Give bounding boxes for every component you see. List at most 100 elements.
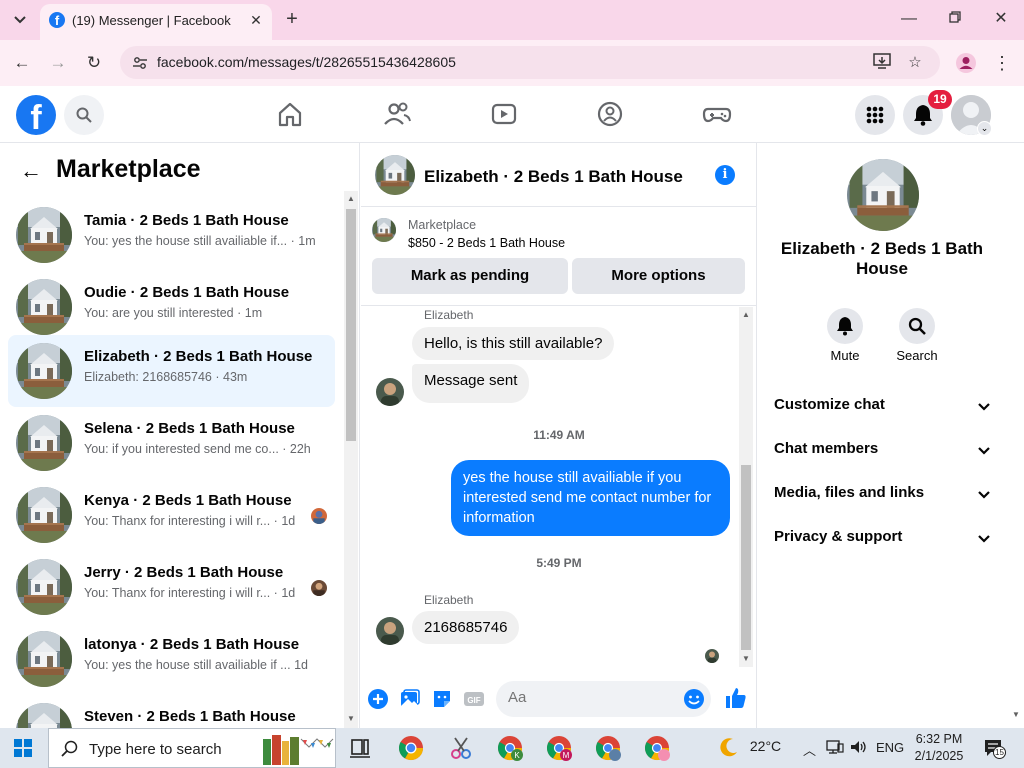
conversation-item[interactable]: Steven · 2 Beds 1 Bath House [8,695,335,728]
notification-center-button[interactable]: 15 [984,739,1006,759]
back-arrow-icon[interactable]: ← [20,159,44,183]
photo-icon[interactable] [399,688,421,710]
volume-icon[interactable] [850,739,868,755]
privacy-support-section[interactable]: Privacy & support [774,528,992,552]
conversation-item[interactable]: latonya · 2 Beds 1 Bath House You: yes t… [8,623,335,695]
search-conversation-button[interactable]: Search [887,308,947,363]
browser-tab[interactable]: f (19) Messenger | Facebook ✕ [40,4,272,40]
search-label: Search [896,348,938,363]
taskbar-search-box[interactable]: Type here to search [48,728,336,768]
page-scroll-down-icon[interactable]: ▼ [1010,710,1022,722]
back-icon[interactable]: ← [11,52,33,74]
conversation-item[interactable]: Selena · 2 Beds 1 Bath House You: if you… [8,407,335,479]
section-label: Customize chat [774,396,885,413]
chrome-profile-icon[interactable] [594,734,622,762]
customize-chat-section[interactable]: Customize chat [774,396,992,420]
sticker-icon[interactable] [431,688,453,710]
scroll-down-icon[interactable]: ▼ [741,654,751,664]
sender-avatar[interactable] [376,378,404,406]
svg-text:K: K [514,751,520,760]
conversation-details-panel: Elizabeth · 2 Beds 1 Bath House Mute Sea… [758,143,1024,728]
conversation-preview: You: if you interested send me co... · 2… [84,442,311,456]
show-hidden-icons-icon[interactable]: ︿ [803,740,816,759]
install-app-icon[interactable] [872,53,892,73]
scroll-up-icon[interactable]: ▲ [346,194,356,204]
reload-icon[interactable]: ↻ [83,52,105,74]
close-window-icon[interactable]: ✕ [989,8,1013,30]
windows-start-icon[interactable] [14,739,32,757]
plus-circle-icon[interactable] [367,688,389,710]
more-options-button[interactable]: More options [572,258,745,294]
sender-avatar[interactable] [376,617,404,645]
forward-icon[interactable]: → [47,52,69,74]
media-files-links-section[interactable]: Media, files and links [774,484,992,508]
mute-button[interactable]: Mute [815,308,875,363]
chrome-icon[interactable] [397,734,425,762]
incoming-message[interactable]: Message sent [412,364,530,403]
maximize-icon[interactable] [943,8,967,30]
chrome-profile-icon[interactable] [955,52,977,74]
language-indicator[interactable]: ENG [876,740,904,755]
info-icon[interactable]: i [715,165,735,185]
chrome-profile-k-icon[interactable]: K [496,734,524,762]
chat-panel: Elizabeth · 2 Beds 1 Bath House i Market… [361,143,757,728]
bookmark-star-icon[interactable]: ☆ [905,53,925,73]
conversation-item[interactable]: Tamia · 2 Beds 1 Bath House You: yes the… [8,199,335,271]
taskbar-clock[interactable]: 6:32 PM 2/1/2025 [912,731,966,765]
bell-icon [914,105,932,126]
mark-as-pending-button[interactable]: Mark as pending [372,258,568,294]
chrome-menu-icon[interactable]: ⋮ [992,52,1012,74]
tab-search-icon[interactable] [8,9,32,31]
task-view-icon[interactable] [346,734,374,762]
conversation-item-active[interactable]: Elizabeth · 2 Beds 1 Bath House Elizabet… [8,335,335,407]
thumbs-up-icon[interactable] [724,686,748,710]
chrome-profile-m-icon[interactable]: M [545,734,573,762]
groups-icon[interactable] [595,99,625,129]
minimize-icon[interactable]: — [897,8,921,30]
conversation-item[interactable]: Jerry · 2 Beds 1 Bath House You: Thanx f… [8,551,335,623]
conversation-item[interactable]: Oudie · 2 Beds 1 Bath House You: are you… [8,271,335,343]
chrome-profile-active-icon[interactable] [643,734,671,762]
emoji-icon[interactable] [683,688,705,710]
scroll-down-icon[interactable]: ▼ [346,714,356,724]
chat-avatar[interactable] [375,155,415,195]
listing-thumbnail[interactable] [372,218,396,242]
network-icon[interactable] [826,739,844,755]
address-bar[interactable]: facebook.com/messages/t/2826551543642860… [120,46,940,79]
weather-widget[interactable]: 22°C [718,736,781,758]
chat-title[interactable]: Elizabeth · 2 Beds 1 Bath House [424,167,683,187]
incoming-message[interactable]: Hello, is this still available? [412,327,615,360]
section-label: Media, files and links [774,484,925,501]
menu-grid-button[interactable] [855,95,895,135]
fb-search-button[interactable] [64,95,104,135]
chat-members-section[interactable]: Chat members [774,440,992,464]
conversation-item[interactable]: Kenya · 2 Beds 1 Bath House You: Thanx f… [8,479,335,551]
svg-text:GIF: GIF [467,696,480,705]
home-icon[interactable] [275,99,305,129]
grid-icon [866,106,884,124]
listing-price[interactable]: $850 - 2 Beds 1 Bath House [408,236,565,250]
account-chevron-icon[interactable]: ⌄ [977,121,992,136]
incoming-message[interactable]: 2168685746 [412,611,520,644]
scroll-up-icon[interactable]: ▲ [741,310,751,320]
facebook-logo-icon[interactable]: f [16,95,56,135]
gif-icon[interactable]: GIF [463,688,485,710]
new-tab-icon[interactable]: + [282,8,302,30]
gaming-icon[interactable] [702,99,732,129]
chat-scrollbar[interactable]: ▲ ▼ [739,307,753,667]
conversation-list-scrollbar[interactable]: ▲ ▼ [344,191,358,728]
listing-thumbnail [16,279,72,335]
scrollbar-thumb[interactable] [741,465,751,650]
watch-icon[interactable] [489,99,519,129]
message-input[interactable] [508,689,673,706]
scrollbar-thumb[interactable] [346,209,356,441]
section-label: Privacy & support [774,528,903,545]
site-settings-icon[interactable] [132,55,148,71]
close-tab-icon[interactable]: ✕ [246,10,266,30]
snipping-tool-icon[interactable] [447,734,475,762]
windows-taskbar: Type here to search K M 22°C ︿ ENG 6:32 … [0,728,1024,768]
search-icon [61,740,78,757]
outgoing-message[interactable]: yes the house still availiable if you in… [451,460,730,536]
friends-icon[interactable] [382,99,412,129]
mute-label: Mute [830,348,860,363]
